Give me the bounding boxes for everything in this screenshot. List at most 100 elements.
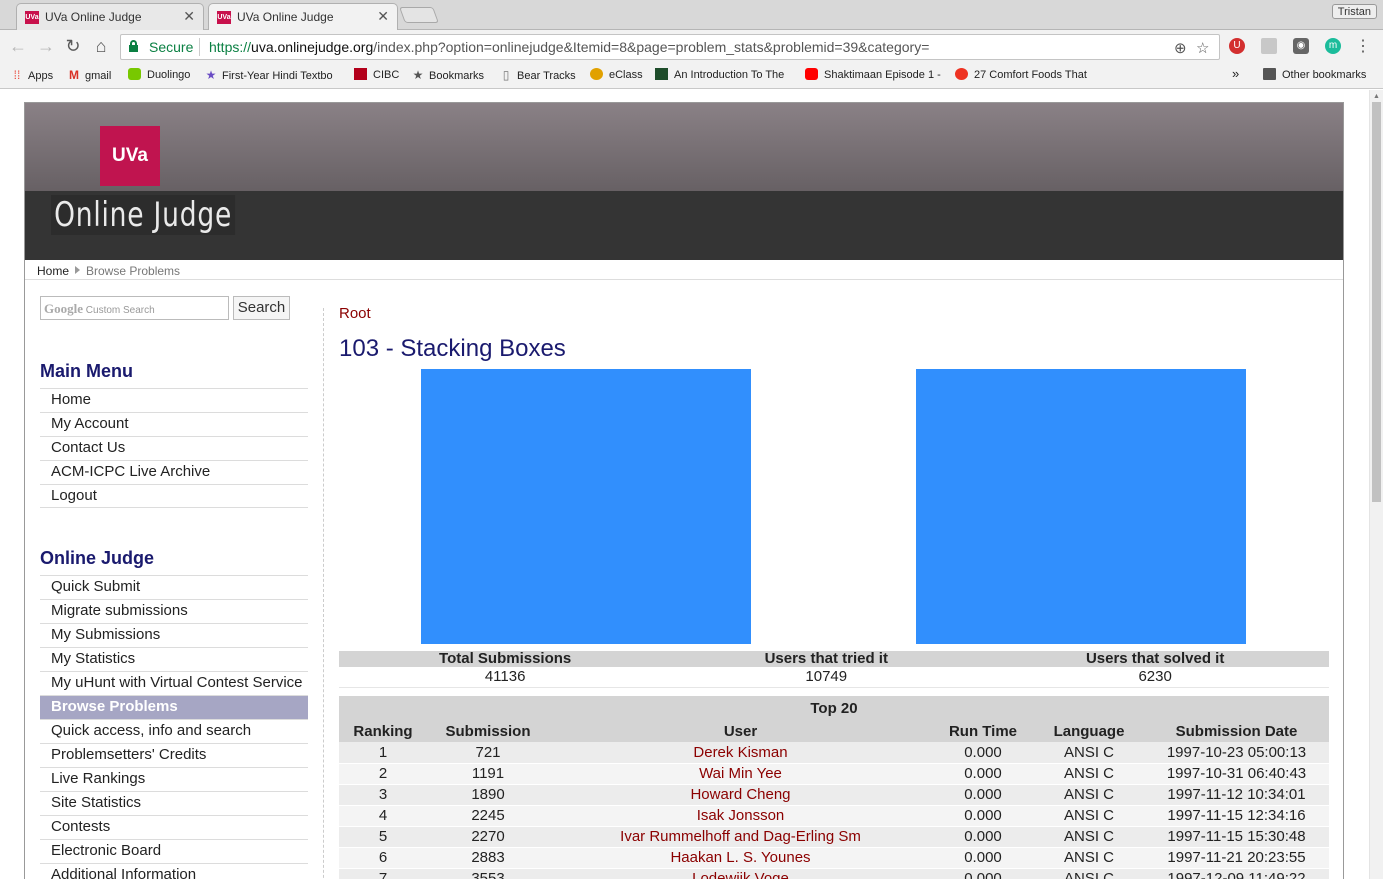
bookmark-introduction[interactable]: An Introduction To The (655, 68, 784, 81)
main-menu-title: Main Menu (40, 361, 133, 381)
header-total-submissions: Total Submissions (339, 651, 672, 667)
language-cell: ANSI C (1034, 826, 1144, 848)
secure-label: Secure (149, 39, 194, 55)
date-cell: 1997-12-09 11:49:22 (1144, 868, 1329, 879)
runtime-cell: 0.000 (932, 742, 1034, 764)
bookmark-duolingo[interactable]: Duolingo (128, 68, 190, 81)
close-tab-icon[interactable]: ✕ (377, 8, 389, 25)
reload-icon[interactable]: ↻ (63, 36, 83, 57)
user-link[interactable]: Howard Cheng (549, 784, 932, 806)
address-bar[interactable]: Secure https://uva.onlinejudge.org/index… (120, 34, 1220, 60)
menu-item-my-statistics[interactable]: My Statistics (40, 647, 308, 671)
menu-item-live-archive[interactable]: ACM-ICPC Live Archive (40, 460, 308, 484)
online-judge-menu: Quick Submit Migrate submissions My Subm… (40, 575, 308, 879)
col-submission-date: Submission Date (1144, 720, 1329, 742)
table-row: 6 2883 Haakan L. S. Younes 0.000 ANSI C … (339, 847, 1329, 869)
profile-button[interactable]: Tristan (1331, 4, 1377, 19)
browser-tab-1[interactable]: UVa UVa Online Judge ✕ (16, 3, 204, 30)
header-users-solved: Users that solved it (981, 651, 1329, 667)
keep-extension-icon[interactable]: ◉ (1293, 38, 1309, 54)
menu-item-uhunt[interactable]: My uHunt with Virtual Contest Service (40, 671, 308, 695)
date-cell: 1997-10-23 05:00:13 (1144, 742, 1329, 764)
chrome-menu-icon[interactable]: ⋮ (1355, 36, 1371, 56)
bookmark-cibc[interactable]: CIBC (354, 68, 399, 81)
bookmark-bookmarks[interactable]: ★ Bookmarks (411, 68, 484, 82)
site-container: UVa Online Judge Home Browse Problems Go… (24, 102, 1344, 879)
menu-item-problemsetters-credits[interactable]: Problemsetters' Credits (40, 743, 308, 767)
bookmarks-overflow-chevron-icon[interactable]: » (1232, 66, 1239, 81)
star-icon: ★ (412, 68, 424, 82)
menu-item-home[interactable]: Home (40, 388, 308, 412)
menu-item-quick-access[interactable]: Quick access, info and search (40, 719, 308, 743)
submissions-bar (421, 369, 751, 644)
browser-tab-2[interactable]: UVa UVa Online Judge ✕ (208, 3, 398, 30)
search-input[interactable]: Google Custom Search (40, 296, 229, 320)
root-link[interactable]: Root (339, 305, 371, 322)
rank-cell: 2 (339, 763, 427, 785)
menu-item-my-submissions[interactable]: My Submissions (40, 623, 308, 647)
forward-arrow-icon[interactable]: → (36, 36, 56, 57)
date-cell: 1997-10-31 06:40:43 (1144, 763, 1329, 785)
user-link[interactable]: Isak Jonsson (549, 805, 932, 827)
rank-cell: 5 (339, 826, 427, 848)
menu-item-migrate-submissions[interactable]: Migrate submissions (40, 599, 308, 623)
reader-extension-icon[interactable] (1261, 38, 1277, 54)
table-row: 7 3553 Lodewijk Voge 0.000 ANSI C 1997-1… (339, 868, 1329, 879)
back-arrow-icon[interactable]: ← (8, 36, 28, 57)
menu-item-logout[interactable]: Logout (40, 484, 308, 508)
col-run-time: Run Time (932, 720, 1034, 742)
apps-grid-icon: ⁞⁞ (13, 68, 21, 82)
bookmark-eclass[interactable]: eClass (590, 68, 643, 81)
menu-item-contests[interactable]: Contests (40, 815, 308, 839)
language-cell: ANSI C (1034, 742, 1144, 764)
online-judge-menu-title: Online Judge (40, 548, 155, 568)
bookmark-apps[interactable]: ⁞⁞ Apps (10, 68, 53, 82)
bookmark-star-icon[interactable]: ☆ (1196, 39, 1209, 57)
zoom-icon[interactable]: ⊕ (1174, 39, 1187, 57)
menu-item-browse-problems[interactable]: Browse Problems (40, 695, 308, 719)
uva-favicon-icon: UVa (25, 11, 39, 24)
user-link[interactable]: Lodewijk Voge (549, 868, 932, 879)
submission-cell: 1890 (427, 784, 549, 806)
table-row: 1 721 Derek Kisman 0.000 ANSI C 1997-10-… (339, 742, 1329, 764)
page-scrollbar[interactable]: ▲ (1369, 90, 1383, 879)
menu-item-contact-us[interactable]: Contact Us (40, 436, 308, 460)
submission-cell: 721 (427, 742, 549, 764)
folder-icon (1263, 68, 1276, 80)
bookmark-hindi-textbook[interactable]: ★ First-Year Hindi Textbo (204, 68, 333, 82)
menu-item-my-account[interactable]: My Account (40, 412, 308, 436)
site-banner: UVa Online Judge (25, 103, 1343, 260)
close-tab-icon[interactable]: ✕ (183, 8, 195, 25)
runtime-cell: 0.000 (932, 805, 1034, 827)
other-bookmarks[interactable]: Other bookmarks (1263, 68, 1366, 81)
breadcrumb-home-link[interactable]: Home (37, 264, 69, 278)
bookmark-shaktimaan[interactable]: Shaktimaan Episode 1 - (805, 68, 941, 81)
submission-cell: 2883 (427, 847, 549, 869)
scroll-up-arrow-icon[interactable]: ▲ (1373, 93, 1380, 100)
menu-item-additional-information[interactable]: Additional Information (40, 863, 308, 879)
new-tab-button[interactable] (399, 7, 439, 23)
scrollbar-thumb[interactable] (1372, 102, 1381, 502)
url-text[interactable]: https://uva.onlinejudge.org/index.php?op… (209, 39, 929, 55)
bookmark-gmail[interactable]: Mgmail (67, 68, 111, 82)
bookmark-comfort-foods[interactable]: 27 Comfort Foods That (955, 68, 1087, 81)
mendeley-extension-icon[interactable]: m (1325, 38, 1341, 54)
menu-item-electronic-board[interactable]: Electronic Board (40, 839, 308, 863)
search-button[interactable]: Search (233, 296, 290, 320)
user-link[interactable]: Derek Kisman (549, 742, 932, 764)
menu-item-site-statistics[interactable]: Site Statistics (40, 791, 308, 815)
menu-item-live-rankings[interactable]: Live Rankings (40, 767, 308, 791)
tab-strip: UVa UVa Online Judge ✕ UVa UVa Online Ju… (0, 0, 1383, 30)
home-icon[interactable]: ⌂ (91, 36, 111, 57)
ublock-extension-icon[interactable]: U (1229, 38, 1245, 54)
menu-item-quick-submit[interactable]: Quick Submit (40, 575, 308, 599)
user-link[interactable]: Ivar Rummelhoff and Dag-Erling Sm (549, 826, 932, 848)
runtime-cell: 0.000 (932, 868, 1034, 879)
user-link[interactable]: Wai Min Yee (549, 763, 932, 785)
date-cell: 1997-11-21 20:23:55 (1144, 847, 1329, 869)
col-language: Language (1034, 720, 1144, 742)
bookmark-bear-tracks[interactable]: ▯ Bear Tracks (499, 68, 576, 82)
user-link[interactable]: Haakan L. S. Younes (549, 847, 932, 869)
language-cell: ANSI C (1034, 805, 1144, 827)
uva-logo[interactable]: UVa (100, 126, 160, 186)
